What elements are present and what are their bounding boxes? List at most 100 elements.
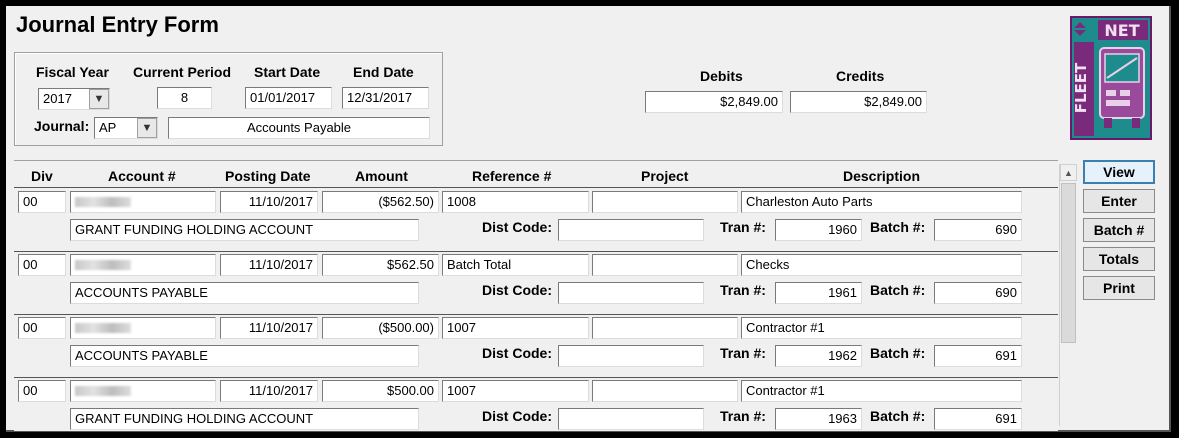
journal-entry-window: Journal Entry Form Fiscal Year 2017 ▼ Cu…: [6, 6, 1171, 432]
totals-button[interactable]: Totals: [1083, 247, 1155, 271]
logo-net-text: NET: [1104, 21, 1139, 40]
page-title: Journal Entry Form: [16, 12, 219, 37]
scroll-up-icon[interactable]: ▲: [1060, 164, 1077, 181]
fleetnet-logo: NET FLEET: [1070, 16, 1152, 140]
tran-number-field: 1962: [775, 345, 862, 367]
div-field[interactable]: 00: [18, 191, 66, 213]
start-date-label: Start Date: [254, 64, 321, 80]
print-button[interactable]: Print: [1083, 276, 1155, 300]
description-field[interactable]: Checks: [741, 254, 1022, 276]
posting-date-field[interactable]: 11/10/2017: [220, 191, 318, 213]
dist-code-field[interactable]: [558, 408, 704, 430]
vertical-scrollbar[interactable]: ▲: [1059, 164, 1077, 426]
tran-number-label: Tran #:: [720, 219, 766, 235]
description-field[interactable]: Contractor #1: [741, 317, 1022, 339]
tran-number-field: 1963: [775, 408, 862, 430]
col-header-reference: Reference #: [472, 168, 552, 184]
start-date-field[interactable]: 01/01/2017: [245, 87, 332, 109]
dist-code-field[interactable]: [558, 219, 704, 241]
credits-label: Credits: [836, 68, 885, 84]
col-header-description: Description: [843, 168, 921, 184]
div-field[interactable]: 00: [18, 254, 66, 276]
fiscal-year-dropdown-icon[interactable]: ▼: [89, 89, 109, 109]
end-date-field[interactable]: 12/31/2017: [342, 87, 429, 109]
description-field[interactable]: Charleston Auto Parts: [741, 191, 1022, 213]
tran-number-label: Tran #:: [720, 408, 766, 424]
col-header-posting-date: Posting Date: [225, 168, 311, 184]
journal-entry: 00 11/10/2017 $562.50 Batch Total Checks ACCO…: [14, 253, 1058, 316]
credits-field: $2,849.00: [790, 91, 927, 113]
journal-entry: 00 11/10/2017 ($500.00) 1007 Contractor #1 AC…: [14, 316, 1058, 379]
row-separator: [14, 314, 1058, 315]
batch-number-label: Batch #:: [870, 282, 926, 298]
redacted-account-number: [75, 260, 131, 270]
batch-number-label: Batch #:: [870, 219, 926, 235]
enter-button[interactable]: Enter: [1083, 189, 1155, 213]
journal-entry: 00 11/10/2017 $500.00 1007 Contractor #1 GRAN…: [14, 379, 1058, 431]
reference-field[interactable]: Batch Total: [442, 254, 589, 276]
tran-number-label: Tran #:: [720, 345, 766, 361]
debits-field: $2,849.00: [645, 91, 783, 113]
account-name-field: GRANT FUNDING HOLDING ACCOUNT: [70, 408, 419, 430]
posting-date-field[interactable]: 11/10/2017: [220, 380, 318, 402]
amount-field[interactable]: $562.50: [322, 254, 439, 276]
dist-code-field[interactable]: [558, 282, 704, 304]
div-field[interactable]: 00: [18, 380, 66, 402]
account-field[interactable]: [70, 317, 216, 339]
account-field[interactable]: [70, 254, 216, 276]
batch-number-field: 691: [934, 408, 1022, 430]
project-field[interactable]: [592, 254, 738, 276]
reference-field[interactable]: 1008: [442, 191, 589, 213]
description-field[interactable]: Contractor #1: [741, 380, 1022, 402]
batch-number-field: 690: [934, 282, 1022, 304]
dist-code-label: Dist Code:: [482, 345, 552, 361]
account-name-field: ACCOUNTS PAYABLE: [70, 282, 419, 304]
tran-number-field: 1960: [775, 219, 862, 241]
scroll-thumb[interactable]: [1061, 183, 1076, 343]
account-field[interactable]: [70, 191, 216, 213]
debits-label: Debits: [700, 68, 743, 84]
redacted-account-number: [75, 323, 131, 333]
reference-field[interactable]: 1007: [442, 317, 589, 339]
view-button[interactable]: View: [1083, 160, 1155, 184]
account-name-field: ACCOUNTS PAYABLE: [70, 345, 419, 367]
amount-field[interactable]: $500.00: [322, 380, 439, 402]
journal-name-field: Accounts Payable: [168, 117, 430, 139]
batch-number-button[interactable]: Batch #: [1083, 218, 1155, 242]
batch-number-label: Batch #:: [870, 408, 926, 424]
row-separator: [14, 251, 1058, 252]
dist-code-label: Dist Code:: [482, 408, 552, 424]
logo-fleet-text: FLEET: [1072, 62, 1090, 113]
dist-code-label: Dist Code:: [482, 282, 552, 298]
current-period-field[interactable]: 8: [157, 87, 212, 109]
fleetnet-logo-graphic: NET FLEET: [1072, 18, 1150, 138]
batch-number-label: Batch #:: [870, 345, 926, 361]
batch-number-field: 690: [934, 219, 1022, 241]
account-name-field: GRANT FUNDING HOLDING ACCOUNT: [70, 219, 419, 241]
project-field[interactable]: [592, 191, 738, 213]
reference-field[interactable]: 1007: [442, 380, 589, 402]
fiscal-year-label: Fiscal Year: [36, 64, 109, 80]
amount-field[interactable]: ($500.00): [322, 317, 439, 339]
project-field[interactable]: [592, 380, 738, 402]
col-header-amount: Amount: [355, 168, 408, 184]
header-separator: [14, 187, 1058, 188]
end-date-label: End Date: [353, 64, 414, 80]
div-field[interactable]: 00: [18, 317, 66, 339]
posting-date-field[interactable]: 11/10/2017: [220, 254, 318, 276]
row-separator: [14, 377, 1058, 378]
dist-code-label: Dist Code:: [482, 219, 552, 235]
tran-number-label: Tran #:: [720, 282, 766, 298]
redacted-account-number: [75, 386, 131, 396]
posting-date-field[interactable]: 11/10/2017: [220, 317, 318, 339]
amount-field[interactable]: ($562.50): [322, 191, 439, 213]
journal-entry: 00 11/10/2017 ($562.50) 1008 Charleston Auto…: [14, 190, 1058, 253]
fiscal-year-value: 2017: [43, 91, 72, 106]
project-field[interactable]: [592, 317, 738, 339]
batch-number-field: 691: [934, 345, 1022, 367]
account-field[interactable]: [70, 380, 216, 402]
current-period-label: Current Period: [133, 64, 232, 80]
journal-code-value: AP: [99, 120, 117, 135]
journal-dropdown-icon[interactable]: ▼: [137, 118, 157, 138]
dist-code-field[interactable]: [558, 345, 704, 367]
